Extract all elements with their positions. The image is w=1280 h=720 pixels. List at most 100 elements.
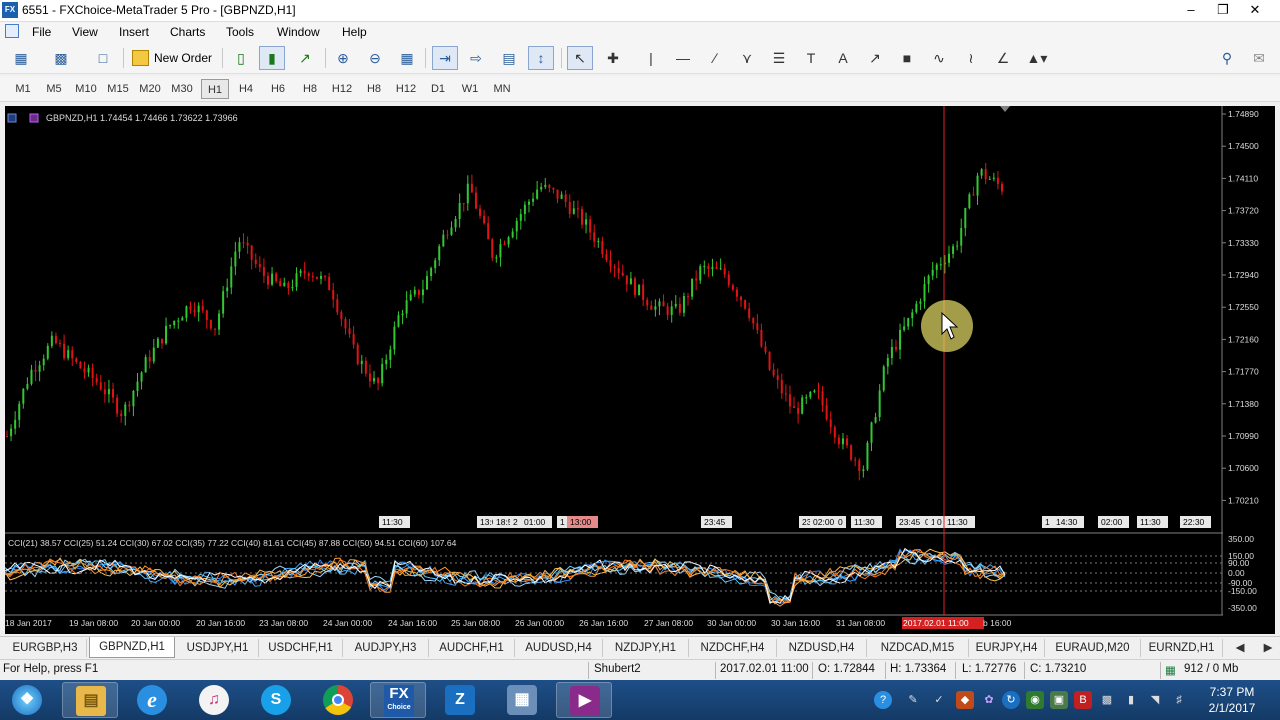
start-button[interactable]: ❖ (2, 682, 52, 718)
taskbar-clock[interactable]: 7:37 PM 2/1/2017 (1196, 684, 1268, 716)
profiles-icon[interactable]: ▩ (48, 46, 74, 70)
timeframe-w1[interactable]: W1 (459, 79, 481, 99)
menu-tools[interactable]: Tools (226, 25, 254, 39)
tab-audjpy-h3[interactable]: AUDJPY,H3 (343, 639, 429, 657)
cursor-icon[interactable]: ↖ (567, 46, 593, 70)
timeframe-m5[interactable]: M5 (42, 79, 66, 99)
menu-charts[interactable]: Charts (170, 25, 205, 39)
vertical-line-icon[interactable]: | (638, 46, 664, 70)
tab-eurnzd-h1[interactable]: EURNZD,H1 (1141, 639, 1223, 657)
taskbar-zoom[interactable]: Z (432, 682, 488, 718)
timeframe-m15[interactable]: M15 (105, 79, 131, 99)
taskbar-ie[interactable]: e (124, 682, 180, 718)
tool-tray-icon[interactable]: ✎ (904, 691, 922, 709)
wifi-tray-icon[interactable]: ◥ (1146, 691, 1164, 709)
chart-canvas[interactable]: 350.00150.0090.000.00-90.00-150.00-350.0… (5, 106, 1275, 634)
tabs-scroll-left-icon[interactable]: ◀ (1232, 639, 1248, 657)
app-icon[interactable]: FX (2, 2, 18, 18)
equidistant-channel-icon[interactable]: ⋎ (734, 46, 760, 70)
timeframe-m30[interactable]: M30 (169, 79, 195, 99)
line-chart-icon[interactable]: ↗ (292, 46, 318, 70)
search-icon[interactable]: ⚲ (1214, 46, 1240, 70)
tab-usdjpy-h1[interactable]: USDJPY,H1 (177, 639, 259, 657)
menu-help[interactable]: Help (342, 25, 367, 39)
tab-nzdchf-h4[interactable]: NZDCHF,H4 (689, 639, 777, 657)
minimize-icon[interactable]: – (1174, 0, 1208, 20)
nvidia-tray-icon[interactable]: ◉ (1026, 691, 1044, 709)
pen-tray-icon[interactable]: ✓ (930, 691, 948, 709)
chart-window-icon[interactable] (5, 24, 19, 38)
display-tray-icon[interactable]: ▩ (1098, 691, 1116, 709)
grid-icon[interactable]: ▤ (496, 46, 522, 70)
timeframe-h12[interactable]: H12 (393, 79, 419, 99)
candlestick-chart-icon[interactable]: ▮ (259, 46, 285, 70)
new-chart-icon[interactable]: ▦ (8, 46, 34, 70)
taskbar-explorer[interactable]: ▤ (62, 682, 118, 718)
tab-eurjpy-h4[interactable]: EURJPY,H4 (969, 639, 1045, 657)
tabs-scroll-right-icon[interactable]: ▶ (1260, 639, 1276, 657)
new-order-button[interactable]: New Order (130, 46, 212, 70)
tab-nzdcad-m15[interactable]: NZDCAD,M15 (867, 639, 969, 657)
zoom-in-icon[interactable]: ⊕ (330, 46, 356, 70)
connection-icon[interactable]: ▦ (1165, 663, 1176, 677)
menu-file[interactable]: File (32, 25, 51, 39)
timeframe-m20[interactable]: M20 (137, 79, 163, 99)
text-icon[interactable]: A (830, 46, 856, 70)
menu-view[interactable]: View (72, 25, 98, 39)
chart-window[interactable]: 350.00 150.00 90.00 0.00 -90.00 -150.00 -350.0… (5, 106, 1275, 634)
horizontal-line-icon[interactable]: — (670, 46, 696, 70)
restore-icon[interactable]: ❐ (1206, 0, 1240, 20)
tile-windows-icon[interactable]: ▦ (394, 46, 420, 70)
text-label-icon[interactable]: T (798, 46, 824, 70)
feather-tray-icon[interactable]: ✿ (980, 691, 998, 709)
market-watch-icon[interactable]: □ (90, 46, 116, 70)
arrow-icon[interactable]: ↗ (862, 46, 888, 70)
taskbar-itunes[interactable]: ♫ (186, 682, 242, 718)
taskbar-skype[interactable]: S (248, 682, 304, 718)
timeframe-h4[interactable]: H4 (235, 79, 257, 99)
taskbar-network[interactable]: ▦ (494, 682, 550, 718)
taskbar-fxchoice[interactable]: FX Choice (370, 682, 426, 718)
shield-tray-icon[interactable]: ◆ (956, 691, 974, 709)
taskbar-video[interactable]: ▶ (556, 682, 612, 718)
bar-chart-icon[interactable]: ▯ (228, 46, 254, 70)
elliott-correction-icon[interactable]: ≀ (958, 46, 984, 70)
menu-window[interactable]: Window (277, 25, 320, 39)
tab-usdchf-h1[interactable]: USDCHF,H1 (259, 639, 343, 657)
tab-eurgbp-h3[interactable]: EURGBP,H3 (4, 639, 87, 657)
menu-insert[interactable]: Insert (119, 25, 149, 39)
tab-nzdusd-h4[interactable]: NZDUSD,H4 (777, 639, 867, 657)
elliott-wave-icon[interactable]: ∿ (926, 46, 952, 70)
rectangle-icon[interactable]: ■ (894, 46, 920, 70)
tab-euraud-m20[interactable]: EURAUD,M20 (1045, 639, 1141, 657)
timeframe-h8b[interactable]: H8 (363, 79, 385, 99)
period-separators-icon[interactable]: ↕ (528, 46, 554, 70)
timeframe-h6b[interactable]: H12 (331, 79, 353, 99)
timeframe-m10[interactable]: M10 (73, 79, 99, 99)
tab-nzdjpy-h1[interactable]: NZDJPY,H1 (603, 639, 689, 657)
timeframe-h8[interactable]: H8 (299, 79, 321, 99)
shapes-dropdown-icon[interactable]: ▲▾ (1024, 46, 1050, 70)
timeframe-h1[interactable]: H1 (201, 79, 229, 99)
timeframe-h6[interactable]: H6 (267, 79, 289, 99)
b-tray-icon[interactable]: B (1074, 691, 1092, 709)
auto-scroll-icon[interactable]: ⇥ (432, 46, 458, 70)
trendline-icon[interactable]: ∕ (702, 46, 728, 70)
status-traffic[interactable]: 912 / 0 Mb (1184, 663, 1238, 675)
gann-icon[interactable]: ∠ (990, 46, 1016, 70)
volume-tray-icon[interactable]: ♯ (1170, 691, 1188, 709)
close-icon[interactable]: ✕ (1238, 0, 1272, 20)
battery-tray-icon[interactable]: ▮ (1122, 691, 1140, 709)
tab-audusd-h4[interactable]: AUDUSD,H4 (515, 639, 603, 657)
tab-gbpnzd-h1[interactable]: GBPNZD,H1 (89, 637, 175, 658)
crosshair-icon[interactable]: ✚ (600, 46, 626, 70)
update-tray-icon[interactable]: ↻ (1002, 691, 1020, 709)
timeframe-m1[interactable]: M1 (11, 79, 35, 99)
fibonacci-icon[interactable]: ☰ (766, 46, 792, 70)
chat-icon[interactable]: ✉ (1246, 46, 1272, 70)
taskbar-chrome[interactable] (310, 682, 366, 718)
chart-shift-icon[interactable]: ⇨ (463, 46, 489, 70)
tab-audchf-h1[interactable]: AUDCHF,H1 (429, 639, 515, 657)
timeframe-d1[interactable]: D1 (427, 79, 449, 99)
zoom-out-icon[interactable]: ⊖ (362, 46, 388, 70)
